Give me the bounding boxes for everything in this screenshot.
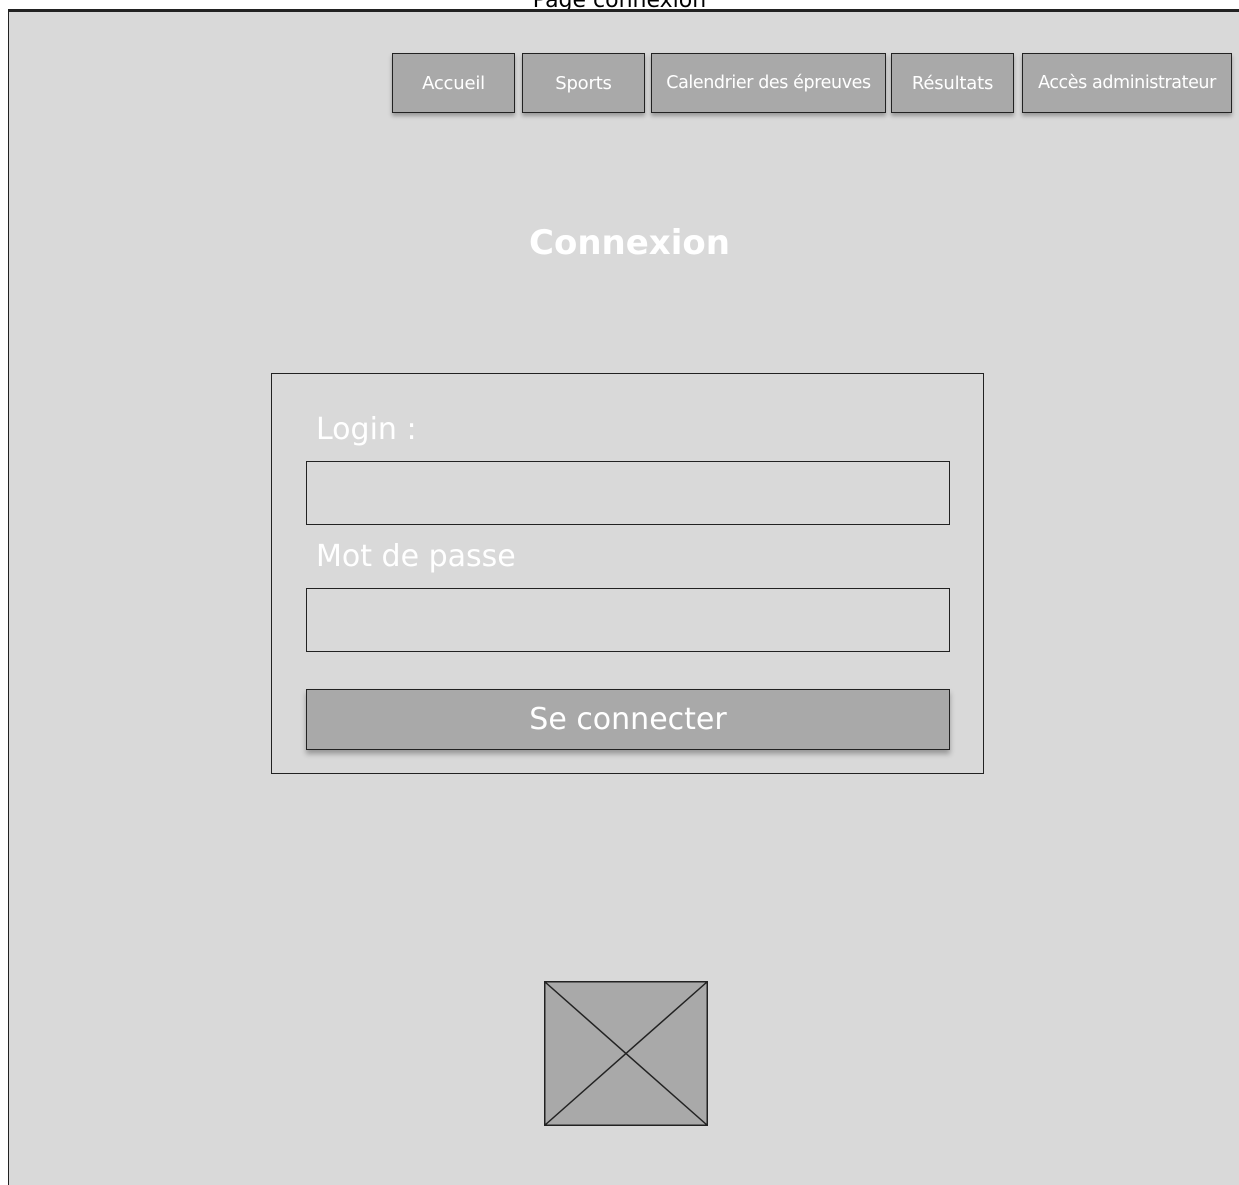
- login-input[interactable]: [306, 461, 950, 525]
- image-placeholder-graphic: [544, 981, 708, 1126]
- nav-admin-access-button[interactable]: Accès administrateur: [1022, 53, 1232, 113]
- login-label: Login :: [316, 412, 417, 447]
- page-title: Connexion: [529, 223, 730, 263]
- nav-calendrier-button[interactable]: Calendrier des épreuves: [651, 53, 886, 113]
- password-input[interactable]: [306, 588, 950, 652]
- nav-sports-button[interactable]: Sports: [522, 53, 645, 113]
- nav-accueil-button[interactable]: Accueil: [392, 53, 515, 113]
- image-placeholder-icon: [544, 981, 708, 1126]
- login-submit-button[interactable]: Se connecter: [306, 689, 950, 750]
- nav-resultats-button[interactable]: Résultats: [891, 53, 1014, 113]
- password-label: Mot de passe: [316, 539, 516, 574]
